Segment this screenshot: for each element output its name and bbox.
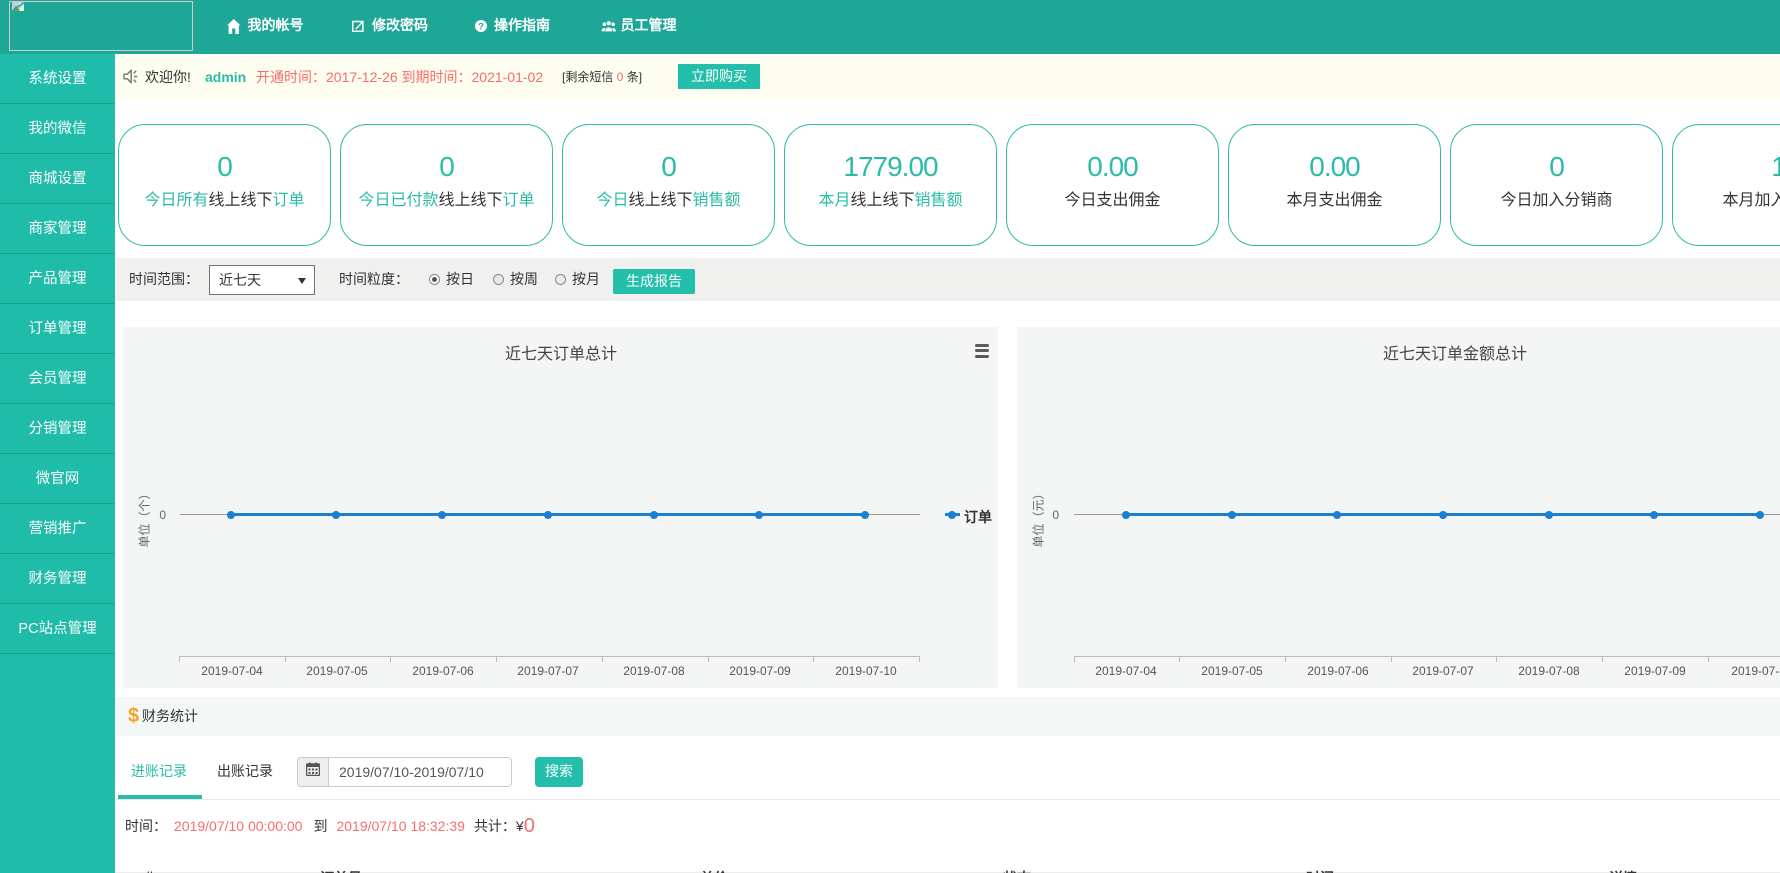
svg-text:?: ? [478, 21, 484, 31]
